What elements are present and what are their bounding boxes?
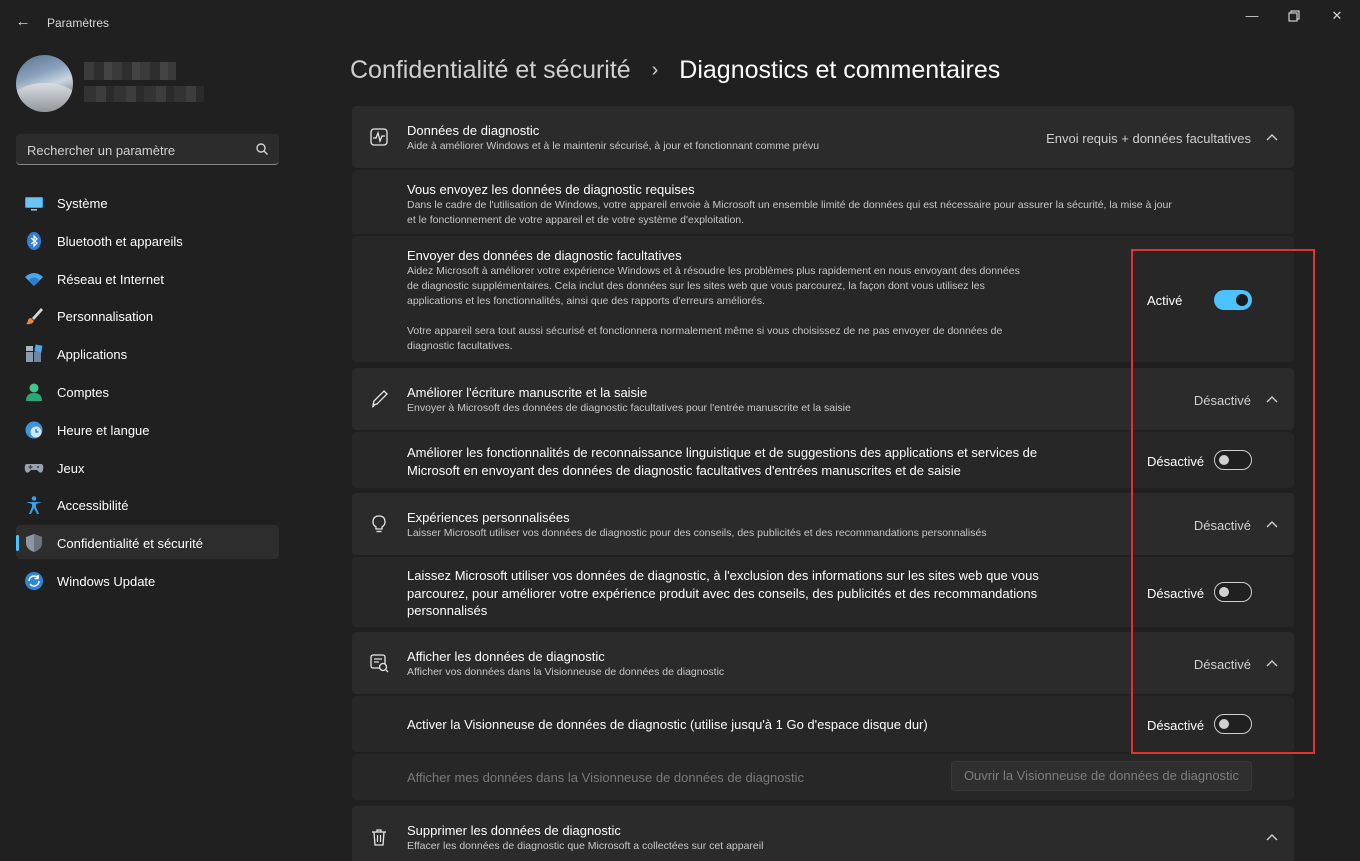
chevron-up-icon[interactable] bbox=[1264, 130, 1280, 146]
handwriting-sub-text: Améliorer les fonctionnalités de reconna… bbox=[407, 444, 1037, 480]
sidebar-nav: Système Bluetooth et appareils Réseau et… bbox=[16, 185, 279, 601]
delete-diagnostic-header[interactable]: Supprimer les données de diagnostic Effa… bbox=[352, 806, 1294, 861]
shield-icon bbox=[26, 534, 42, 553]
restore-icon[interactable] bbox=[1282, 6, 1306, 26]
window-title: Paramètres bbox=[47, 16, 110, 30]
lightbulb-icon bbox=[372, 515, 386, 533]
sidebar-item-label: Bluetooth et appareils bbox=[57, 233, 183, 249]
optional-data-text: Aidez Microsoft à améliorer votre expéri… bbox=[407, 264, 1020, 354]
open-viewer-button[interactable]: Ouvrir la Visionneuse de données de diag… bbox=[951, 761, 1252, 791]
required-data-row: Vous envoyez les données de diagnostic r… bbox=[352, 170, 1294, 234]
apps-icon bbox=[26, 344, 43, 363]
section-title: Supprimer les données de diagnostic bbox=[407, 823, 621, 838]
optional-data-line: diagnostic facultatives. bbox=[407, 340, 513, 352]
viewer-sub-title: Activer la Visionneuse de données de dia… bbox=[407, 717, 928, 732]
handwriting-sub-line: Améliorer les fonctionnalités de reconna… bbox=[407, 445, 1038, 460]
sidebar-item-label: Heure et langue bbox=[57, 422, 150, 438]
pen-icon bbox=[371, 390, 388, 408]
section-title: Données de diagnostic bbox=[407, 123, 540, 138]
tailored-sub-line: personnalisés bbox=[407, 603, 488, 618]
sidebar-item-label: Confidentialité et sécurité bbox=[57, 536, 203, 552]
trash-icon bbox=[372, 829, 386, 846]
search-icon[interactable] bbox=[255, 142, 269, 156]
sidebar-item-label: Windows Update bbox=[57, 573, 156, 589]
sidebar-item-windows-update[interactable]: Windows Update bbox=[16, 563, 279, 597]
person-icon bbox=[26, 383, 42, 401]
required-data-text: Dans le cadre de l'utilisation de Window… bbox=[407, 198, 1172, 228]
handwriting-sub-line: Microsoft en envoyant des données de dia… bbox=[407, 463, 961, 478]
accessibility-icon bbox=[26, 496, 42, 515]
sidebar-item-label: Jeux bbox=[57, 460, 85, 476]
search-placeholder: Rechercher un paramètre bbox=[27, 143, 176, 158]
sidebar-item-bluetooth[interactable]: Bluetooth et appareils bbox=[16, 223, 279, 257]
bluetooth-icon bbox=[27, 231, 41, 250]
avatar[interactable] bbox=[16, 55, 73, 112]
tailored-sub-line: Laissez Microsoft utiliser vos données d… bbox=[407, 568, 1039, 583]
required-data-title: Vous envoyez les données de diagnostic r… bbox=[407, 182, 695, 197]
section-description: Effacer les données de diagnostic que Mi… bbox=[407, 840, 764, 852]
sidebar-item-personnalisation[interactable]: Personnalisation bbox=[16, 298, 279, 332]
sidebar-item-label: Réseau et Internet bbox=[57, 271, 164, 287]
section-title: Expériences personnalisées bbox=[407, 510, 570, 525]
section-description: Envoyer à Microsoft des données de diagn… bbox=[407, 402, 851, 414]
sidebar-item-label: Applications bbox=[57, 347, 128, 363]
breadcrumb-parent[interactable]: Confidentialité et sécurité bbox=[350, 56, 631, 84]
sidebar-item-confidentialite[interactable]: Confidentialité et sécurité bbox=[16, 525, 279, 560]
page-title: Diagnostics et commentaires bbox=[679, 56, 1001, 84]
sidebar-item-label: Comptes bbox=[57, 384, 110, 400]
tailored-sub-line: parcourez, pour améliorer votre expérien… bbox=[407, 585, 1038, 601]
section-description: Aide à améliorer Windows et à le mainten… bbox=[407, 140, 820, 152]
optional-data-line: applications et les fonctionnalités, ain… bbox=[407, 295, 766, 307]
diagnostic-data-header[interactable]: Données de diagnostic Aide à améliorer W… bbox=[352, 106, 1294, 168]
breadcrumb-separator: › bbox=[651, 59, 659, 81]
title-bar: ← Paramètres — ✕ bbox=[0, 0, 1360, 44]
open-viewer-row: Afficher mes données dans la Visionneuse… bbox=[352, 754, 1294, 800]
sidebar-item-label: Accessibilité bbox=[57, 498, 129, 514]
sidebar-item-comptes[interactable]: Comptes bbox=[16, 374, 279, 408]
open-viewer-text: Afficher mes données dans la Visionneuse… bbox=[407, 770, 805, 785]
wifi-icon bbox=[25, 272, 43, 286]
sidebar-item-label: Personnalisation bbox=[57, 309, 154, 325]
sync-icon bbox=[25, 571, 43, 590]
chevron-up-icon[interactable] bbox=[1264, 830, 1280, 846]
brush-icon bbox=[26, 308, 43, 325]
sidebar-item-reseau[interactable]: Réseau et Internet bbox=[16, 261, 279, 295]
sidebar-item-jeux[interactable]: Jeux bbox=[16, 450, 279, 484]
sidebar-item-systeme[interactable]: Système bbox=[16, 185, 279, 219]
data-viewer-icon bbox=[370, 654, 389, 673]
search-input[interactable]: Rechercher un paramètre bbox=[16, 134, 279, 165]
sidebar-item-label: Système bbox=[57, 196, 108, 211]
sidebar-item-heure-langue[interactable]: Heure et langue bbox=[16, 412, 279, 446]
required-data-line: Dans le cadre de l'utilisation de Window… bbox=[407, 199, 1172, 211]
highlight-annotation-box bbox=[1131, 249, 1315, 754]
sidebar-item-applications[interactable]: Applications bbox=[16, 336, 279, 370]
breadcrumb: Confidentialité et sécurité › Diagnostic… bbox=[350, 56, 1000, 85]
optional-data-line: Aidez Microsoft à améliorer votre expéri… bbox=[407, 265, 1020, 277]
profile-name-blurred bbox=[84, 62, 204, 106]
back-arrow-icon[interactable]: ← bbox=[12, 12, 34, 32]
optional-data-title: Envoyer des données de diagnostic facult… bbox=[407, 248, 682, 263]
section-description: Afficher vos données dans la Visionneuse… bbox=[407, 666, 725, 678]
section-value: Envoi requis + données facultatives bbox=[1046, 131, 1251, 146]
clock-globe-icon bbox=[25, 421, 43, 439]
minimize-icon[interactable]: — bbox=[1240, 6, 1264, 26]
monitor-icon bbox=[25, 197, 43, 211]
optional-data-line: de diagnostic supplémentaires. Cela incl… bbox=[407, 280, 985, 292]
gamepad-icon bbox=[24, 463, 44, 473]
tailored-sub-text: Laissez Microsoft utiliser vos données d… bbox=[407, 567, 1039, 620]
required-data-line: et le fonctionnement de votre appareil e… bbox=[407, 214, 745, 226]
section-title: Améliorer l'écriture manuscrite et la sa… bbox=[407, 385, 648, 400]
close-icon[interactable]: ✕ bbox=[1325, 6, 1349, 26]
section-title: Afficher les données de diagnostic bbox=[407, 649, 605, 664]
activity-icon bbox=[370, 128, 388, 146]
section-description: Laisser Microsoft utiliser vos données d… bbox=[407, 527, 987, 539]
optional-data-line: Votre appareil sera tout aussi sécurisé … bbox=[407, 325, 1003, 337]
sidebar-item-accessibilite[interactable]: Accessibilité bbox=[16, 487, 279, 521]
